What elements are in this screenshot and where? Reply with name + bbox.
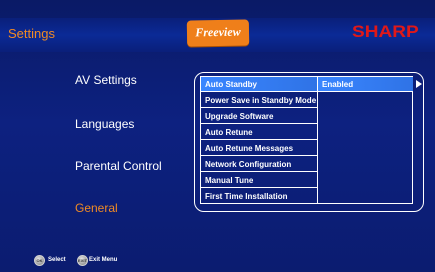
setting-row-auto-retune-messages[interactable]: Auto Retune Messages	[201, 141, 317, 156]
ok-button-icon: OK	[34, 255, 45, 266]
setting-row-auto-retune[interactable]: Auto Retune	[201, 125, 317, 140]
setting-row-first-time-installation[interactable]: First Time Installation	[201, 189, 317, 204]
menu-item-languages[interactable]: Languages	[75, 117, 134, 131]
tv-settings-screen: Settings Freeview SHARP AV Settings Lang…	[0, 0, 435, 272]
exit-icon-text: EXIT	[78, 258, 87, 263]
freeview-logo-text: Freeview	[195, 24, 241, 40]
freeview-logo: Freeview	[186, 19, 250, 47]
auto-standby-value[interactable]: Enabled	[318, 77, 413, 92]
exit-menu-hint: Exit Menu	[89, 257, 118, 263]
menu-item-parental-control[interactable]: Parental Control	[75, 159, 162, 173]
menu-item-av-settings[interactable]: AV Settings	[75, 73, 137, 87]
settings-value-column	[318, 76, 413, 204]
setting-row-manual-tune[interactable]: Manual Tune	[201, 173, 317, 188]
sharp-logo: SHARP	[352, 22, 419, 41]
menu-item-general[interactable]: General	[75, 201, 118, 215]
page-title: Settings	[8, 26, 55, 41]
setting-row-network-configuration[interactable]: Network Configuration	[201, 157, 317, 172]
chevron-right-icon[interactable]	[416, 80, 422, 88]
ok-icon-text: OK	[36, 258, 43, 263]
select-hint: Select	[48, 257, 66, 263]
setting-row-power-save-standby[interactable]: Power Save in Standby Mode	[201, 93, 317, 108]
setting-row-auto-standby[interactable]: Auto Standby	[201, 77, 317, 92]
setting-row-upgrade-software[interactable]: Upgrade Software	[201, 109, 317, 124]
exit-button-icon: EXIT	[77, 255, 88, 266]
